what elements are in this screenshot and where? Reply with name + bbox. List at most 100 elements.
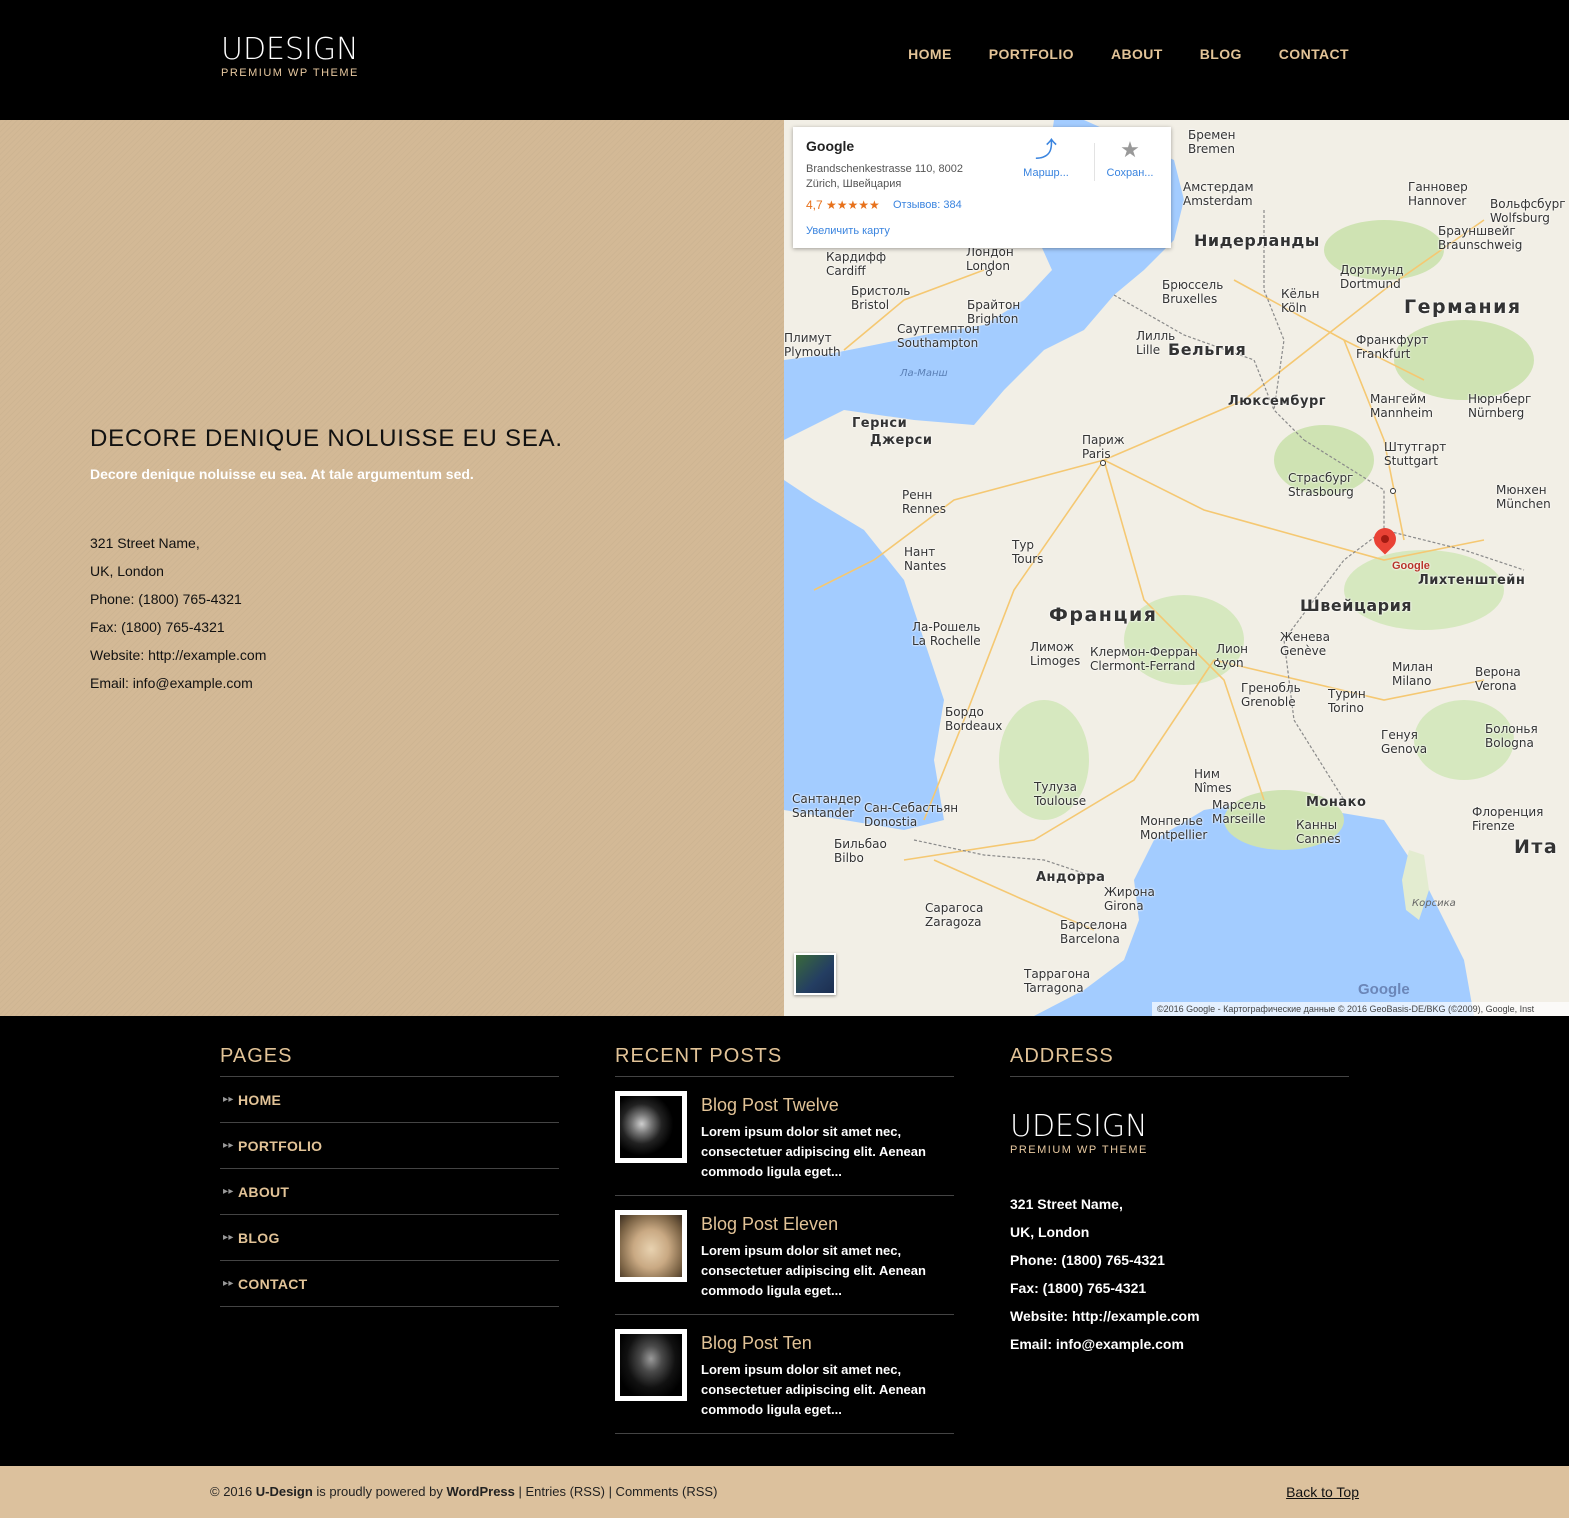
map-label-wolfsburg: Вольфсбург Wolfsburg: [1490, 197, 1566, 225]
nav-about[interactable]: ABOUT: [1111, 46, 1163, 62]
map-label-mannheim: Мангейм Mannheim: [1370, 392, 1433, 420]
satellite-toggle[interactable]: [794, 953, 836, 995]
address-fax: Fax: (1800) 765-4321: [90, 619, 225, 635]
rss-links[interactable]: | Entries (RSS) | Comments (RSS): [515, 1484, 718, 1499]
footer-page-home[interactable]: ▸▸ HOME: [220, 1077, 559, 1123]
map-label-cannes: Канны Cannes: [1296, 818, 1341, 846]
site-logo[interactable]: UDESIGN PREMIUM WP THEME: [221, 34, 359, 80]
page-label: PORTFOLIO: [238, 1137, 323, 1154]
map-label-nantes: Нант Nantes: [904, 545, 947, 573]
map-label-milano: Милан Milano: [1392, 660, 1434, 688]
map-dot-lyon: [1214, 660, 1220, 666]
page-label: BLOG: [238, 1229, 280, 1246]
map-label-paris: Париж Paris: [1082, 433, 1125, 461]
contact-section: DECORE DENIQUE NOLUISSE EU SEA. Decore d…: [0, 120, 784, 1016]
map-marker-label: Google: [1392, 560, 1430, 572]
footer-page-portfolio[interactable]: ▸▸ PORTFOLIO: [220, 1123, 559, 1169]
map-label-dortmund: Дортмунд Dortmund: [1340, 263, 1404, 291]
post-thumbnail[interactable]: [615, 1210, 687, 1282]
map-copyright: ©2016 Google - Картографические данные ©…: [1152, 1002, 1569, 1016]
google-logo: Google: [1358, 981, 1410, 998]
info-card-rating: 4,7 ★★★★★: [806, 198, 880, 212]
map-label-koln: Кёльн Köln: [1281, 287, 1320, 315]
contact-tagline: Decore denique noluisse eu sea. At tale …: [90, 466, 474, 482]
post-title-link[interactable]: Blog Post Twelve: [701, 1095, 839, 1116]
post-thumbnail[interactable]: [615, 1091, 687, 1163]
footer-address-email: Email: info@example.com: [1010, 1336, 1184, 1352]
directions-button[interactable]: ⤴ Маршр...: [1011, 135, 1081, 179]
recent-posts-widget: RECENT POSTS Blog Post Twelve Lorem ipsu…: [615, 1045, 954, 1434]
copyright-year: © 2016: [210, 1484, 256, 1499]
map-label-genova: Генуя Genova: [1381, 728, 1428, 756]
post-excerpt: Lorem ipsum dolor sit amet nec, consecte…: [701, 1124, 926, 1179]
map-label-montpellier: Монпелье Montpellier: [1140, 814, 1208, 842]
save-label: Сохран...: [1106, 167, 1154, 179]
google-map[interactable]: Бремен Bremen Амстердам Amsterdam Ганновер…: [784, 120, 1569, 1016]
footer-page-about[interactable]: ▸▸ ABOUT: [220, 1169, 559, 1215]
map-label-zaragoza: Сарагоса Zaragoza: [925, 901, 984, 929]
nav-blog[interactable]: BLOG: [1200, 46, 1242, 62]
footer-widgets: PAGES ▸▸ HOME ▸▸ PORTFOLIO ▸▸ ABOUT ▸▸ BLOG …: [0, 1016, 1569, 1466]
map-label-santander: Сантандер Santander: [792, 792, 862, 820]
footer-page-contact[interactable]: ▸▸ CONTACT: [220, 1261, 559, 1307]
map-label-nimes: Ним Nîmes: [1194, 767, 1232, 795]
copyright-text: © 2016 U-Design is proudly powered by Wo…: [210, 1484, 717, 1499]
footer-address-fax: Fax: (1800) 765-4321: [1010, 1280, 1147, 1296]
brand-link[interactable]: U-Design: [256, 1484, 313, 1499]
map-label-donostia: Сан-Себастьян Donostia: [864, 801, 959, 829]
map-label-frankfurt: Франкфурт Frankfurt: [1356, 333, 1429, 361]
nav-home[interactable]: HOME: [908, 46, 952, 62]
post-thumbnail[interactable]: [615, 1329, 687, 1401]
map-country-netherlands: Нидерланды: [1194, 231, 1320, 250]
pages-list: ▸▸ HOME ▸▸ PORTFOLIO ▸▸ ABOUT ▸▸ BLOG ▸▸ CONT…: [220, 1077, 559, 1307]
footer-page-blog[interactable]: ▸▸ BLOG: [220, 1215, 559, 1261]
info-card-address: Brandschenkestrasse 110, 8002 Zürich, Шв…: [806, 162, 991, 192]
site-header: UDESIGN PREMIUM WP THEME HOME PORTFOLIO …: [0, 0, 1569, 120]
map-label-hannover: Ганновер Hannover: [1408, 180, 1468, 208]
map-label-cardiff: Кардифф Cardiff: [826, 250, 887, 278]
map-region-liechtenstein: Лихтенштейн: [1418, 573, 1526, 588]
info-card-address-line: Zürich, Швейцария: [806, 178, 902, 190]
address-widget: ADDRESS UDESIGN PREMIUM WP THEME 321 Str…: [1010, 1045, 1349, 1358]
post-title-link[interactable]: Blog Post Eleven: [701, 1214, 838, 1235]
map-region-monaco: Монако: [1306, 795, 1367, 810]
map-land-shapes: [784, 120, 1569, 1016]
map-label-braunschweig: Брауншвейг Braunschweig: [1438, 224, 1523, 252]
info-card-address-line: Brandschenkestrasse 110, 8002: [806, 163, 963, 175]
save-button[interactable]: ★ Сохран...: [1095, 135, 1165, 179]
map-label-torino: Турин Torino: [1328, 687, 1366, 715]
contact-heading: DECORE DENIQUE NOLUISSE EU SEA.: [90, 425, 563, 452]
map-label-amsterdam: Амстердам Amsterdam: [1183, 180, 1254, 208]
logo-sub-text: PREMIUM WP THEME: [221, 67, 359, 79]
nav-portfolio[interactable]: PORTFOLIO: [989, 46, 1074, 62]
recent-post-item: Blog Post Ten Lorem ipsum dolor sit amet…: [615, 1315, 954, 1434]
hands-image: [620, 1334, 682, 1396]
post-title-link[interactable]: Blog Post Ten: [701, 1333, 812, 1354]
back-to-top-link[interactable]: Back to Top: [1286, 1484, 1359, 1500]
nav-contact[interactable]: CONTACT: [1279, 46, 1349, 62]
map-label-clermont: Клермон-Ферран Clermont-Ferrand: [1090, 645, 1198, 673]
map-dot-stuttgart: [1390, 488, 1396, 494]
map-label-bremen: Бремен Bremen: [1188, 128, 1236, 156]
map-region-corsica: Корсика: [1412, 898, 1456, 909]
footer-address-website: Website: http://example.com: [1010, 1308, 1200, 1324]
address-website: Website: http://example.com: [90, 647, 267, 663]
map-label-marseille: Марсель Marseille: [1212, 798, 1267, 826]
enlarge-map-link[interactable]: Увеличить карту: [806, 225, 890, 237]
map-region-jersey: Джерси: [870, 433, 933, 448]
address-email: Email: info@example.com: [90, 675, 253, 691]
main-nav: HOME PORTFOLIO ABOUT BLOG CONTACT: [871, 46, 1349, 62]
post-excerpt: Lorem ipsum dolor sit amet nec, consecte…: [701, 1362, 926, 1417]
map-region-andorra: Андорра: [1036, 870, 1106, 885]
map-label-brussels: Брюссель Bruxelles: [1162, 278, 1224, 306]
wordpress-link[interactable]: WordPress: [446, 1484, 514, 1499]
map-label-strasbourg: Страсбург Strasbourg: [1288, 471, 1354, 499]
face-image: [620, 1215, 682, 1277]
info-card-reviews-link[interactable]: Отзывов: 384: [893, 199, 962, 211]
map-label-nurnberg: Нюрнберг Nürnberg: [1468, 392, 1532, 420]
map-label-verona: Верона Verona: [1475, 665, 1521, 693]
double-chevron-icon: ▸▸: [223, 1186, 234, 1197]
map-country-italy: Ита: [1514, 836, 1559, 858]
map-label-lyon: Лион Lyon: [1216, 642, 1249, 670]
map-sea-la-manche: Ла-Манш: [900, 368, 948, 379]
